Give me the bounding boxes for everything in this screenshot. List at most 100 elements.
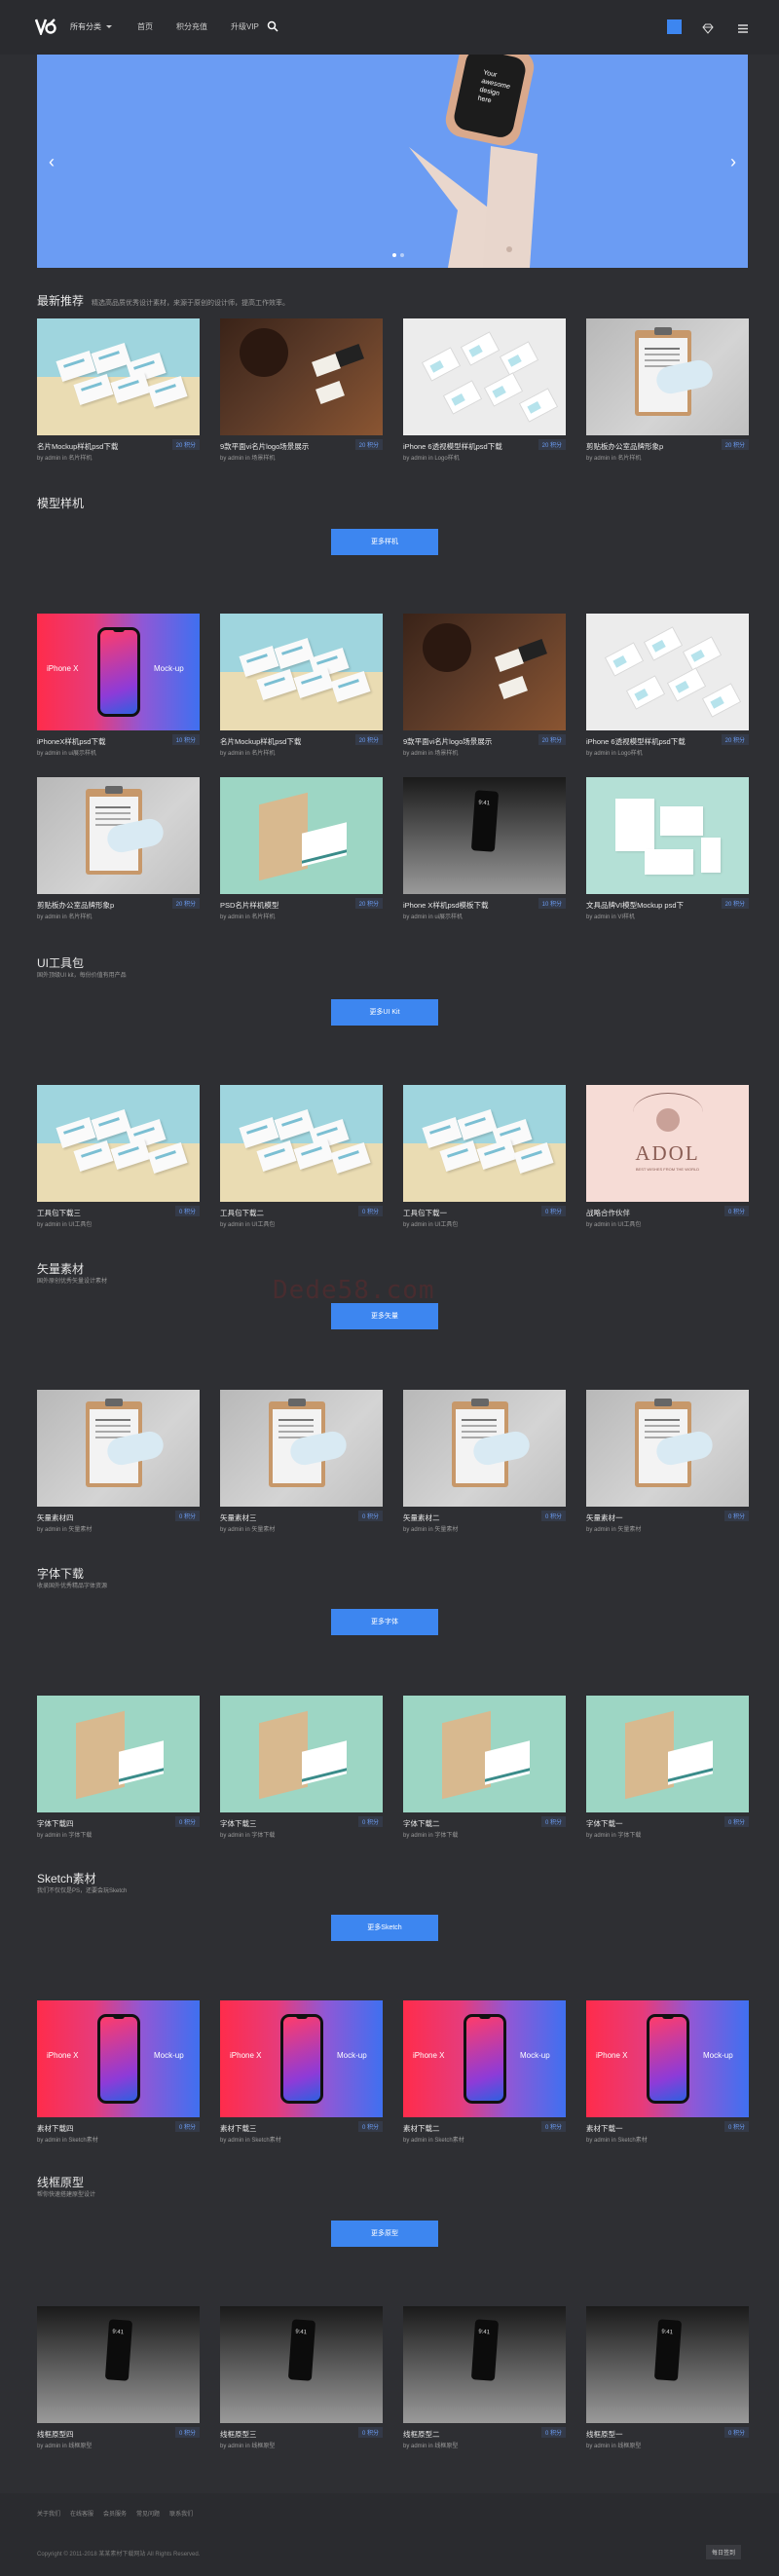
resource-card[interactable]: 名片Mockup样机psd下载 20 积分 by admin in 名片样机 bbox=[37, 318, 200, 462]
resource-card[interactable]: 矢量素材三 0 积分 by admin in 矢量素材 bbox=[220, 1390, 383, 1533]
resource-card[interactable]: iPhone X Mock-up 素材下载三 0 积分 by admin in Sket… bbox=[220, 2000, 383, 2144]
banner-dot[interactable] bbox=[392, 253, 396, 257]
card-title[interactable]: 矢量素材一 bbox=[586, 1512, 623, 1523]
diamond-icon[interactable] bbox=[702, 21, 714, 34]
card-thumbnail[interactable] bbox=[403, 318, 566, 435]
banner-prev-arrow[interactable]: ‹ bbox=[49, 152, 55, 172]
resource-card[interactable]: 工具包下载三 0 积分 by admin in UI工具包 bbox=[37, 1085, 200, 1228]
card-thumbnail[interactable] bbox=[220, 318, 383, 435]
more-button[interactable]: 更多字体 bbox=[331, 1609, 438, 1635]
resource-card[interactable]: 字体下载三 0 积分 by admin in 字体下载 bbox=[220, 1696, 383, 1839]
card-title[interactable]: iPhone 6透视模型样机psd下载 bbox=[586, 736, 686, 747]
card-thumbnail[interactable] bbox=[37, 318, 200, 435]
menu-icon[interactable] bbox=[737, 21, 749, 33]
resource-card[interactable]: 矢量素材一 0 积分 by admin in 矢量素材 bbox=[586, 1390, 749, 1533]
resource-card[interactable]: 线框原型二 0 积分 by admin in 线框原型 bbox=[403, 2306, 566, 2449]
resource-card[interactable]: 字体下载一 0 积分 by admin in 字体下载 bbox=[586, 1696, 749, 1839]
card-title[interactable]: 字体下载四 bbox=[37, 1818, 74, 1829]
resource-card[interactable]: 文具品牌VI模型Mockup psd下 20 积分 by admin in VI样机 bbox=[586, 777, 749, 920]
footer-link[interactable]: 联系我们 bbox=[169, 2512, 193, 2518]
card-title[interactable]: 剪贴板办公室品牌形象p bbox=[586, 441, 663, 452]
card-title[interactable]: 线框原型四 bbox=[37, 2429, 74, 2440]
card-thumbnail[interactable] bbox=[220, 2306, 383, 2423]
resource-card[interactable]: 工具包下载一 0 积分 by admin in UI工具包 bbox=[403, 1085, 566, 1228]
card-thumbnail[interactable] bbox=[37, 2306, 200, 2423]
resource-card[interactable]: 剪贴板办公室品牌形象p 20 积分 by admin in 名片样机 bbox=[586, 318, 749, 462]
card-title[interactable]: 战略合作伙伴 bbox=[586, 1208, 630, 1218]
banner-pagination[interactable] bbox=[390, 244, 406, 262]
card-title[interactable]: 素材下载四 bbox=[37, 2123, 74, 2134]
resource-card[interactable]: iPhone X Mock-up 素材下载一 0 积分 by admin in Sket… bbox=[586, 2000, 749, 2144]
resource-card[interactable]: 线框原型一 0 积分 by admin in 线框原型 bbox=[586, 2306, 749, 2449]
more-button[interactable]: 更多矢量 bbox=[331, 1303, 438, 1329]
card-thumbnail[interactable] bbox=[586, 1390, 749, 1507]
card-title[interactable]: 工具包下载二 bbox=[220, 1208, 264, 1218]
card-title[interactable]: 矢量素材二 bbox=[403, 1512, 440, 1523]
card-title[interactable]: iPhone X样机psd模板下载 bbox=[403, 900, 489, 911]
resource-card[interactable]: 剪贴板办公室品牌形象p 20 积分 by admin in 名片样机 bbox=[37, 777, 200, 920]
resource-card[interactable]: iPhone 6透视模型样机psd下载 20 积分 by admin in Logo… bbox=[403, 318, 566, 462]
card-thumbnail[interactable]: iPhone X Mock-up bbox=[37, 2000, 200, 2117]
footer-link[interactable]: 在线客服 bbox=[70, 2512, 93, 2518]
card-title[interactable]: 工具包下载三 bbox=[37, 1208, 81, 1218]
card-thumbnail[interactable]: iPhone X Mock-up bbox=[220, 2000, 383, 2117]
card-thumbnail[interactable] bbox=[586, 318, 749, 435]
card-title[interactable]: 文具品牌VI模型Mockup psd下 bbox=[586, 900, 684, 911]
card-thumbnail[interactable] bbox=[37, 777, 200, 894]
card-thumbnail[interactable] bbox=[586, 2306, 749, 2423]
banner-next-arrow[interactable]: › bbox=[730, 152, 736, 172]
resource-card[interactable]: iPhone X样机psd模板下载 10 积分 by admin in ui展示样机 bbox=[403, 777, 566, 920]
resource-card[interactable]: iPhone X Mock-up iPhoneX样机psd下载 10 积分 by adm… bbox=[37, 614, 200, 757]
sign-in-button[interactable]: 每日签到 bbox=[706, 2545, 742, 2559]
user-avatar-button[interactable] bbox=[667, 19, 682, 34]
card-thumbnail[interactable] bbox=[37, 1696, 200, 1812]
card-thumbnail[interactable] bbox=[586, 777, 749, 894]
card-title[interactable]: 剪贴板办公室品牌形象p bbox=[37, 900, 114, 911]
card-title[interactable]: 素材下载一 bbox=[586, 2123, 623, 2134]
banner-dot[interactable] bbox=[400, 253, 404, 257]
card-thumbnail[interactable] bbox=[403, 777, 566, 894]
card-title[interactable]: 素材下载二 bbox=[403, 2123, 440, 2134]
resource-card[interactable]: iPhone X Mock-up 素材下载二 0 积分 by admin in Sket… bbox=[403, 2000, 566, 2144]
card-thumbnail[interactable] bbox=[37, 1085, 200, 1202]
more-button[interactable]: 更多样机 bbox=[331, 529, 438, 555]
card-thumbnail[interactable] bbox=[586, 614, 749, 730]
nav-upgrade-vip[interactable]: 升级VIP bbox=[231, 22, 259, 31]
card-thumbnail[interactable]: iPhone X Mock-up bbox=[403, 2000, 566, 2117]
resource-card[interactable]: 矢量素材二 0 积分 by admin in 矢量素材 bbox=[403, 1390, 566, 1533]
nav-recharge[interactable]: 积分充值 bbox=[176, 22, 207, 31]
card-title[interactable]: 矢量素材四 bbox=[37, 1512, 74, 1523]
card-title[interactable]: 字体下载一 bbox=[586, 1818, 623, 1829]
resource-card[interactable]: 字体下载二 0 积分 by admin in 字体下载 bbox=[403, 1696, 566, 1839]
resource-card[interactable]: 9款平面vi名片logo场景展示 20 积分 by admin in 场景样机 bbox=[403, 614, 566, 757]
card-title[interactable]: 线框原型二 bbox=[403, 2429, 440, 2440]
card-thumbnail[interactable] bbox=[403, 1085, 566, 1202]
card-thumbnail[interactable] bbox=[220, 777, 383, 894]
card-title[interactable]: 线框原型三 bbox=[220, 2429, 257, 2440]
card-thumbnail[interactable]: iPhone X Mock-up bbox=[37, 614, 200, 730]
card-thumbnail[interactable] bbox=[586, 1696, 749, 1812]
card-thumbnail[interactable] bbox=[220, 1390, 383, 1507]
resource-card[interactable]: 9款平面vi名片logo场景展示 20 积分 by admin in 场景样机 bbox=[220, 318, 383, 462]
resource-card[interactable]: 矢量素材四 0 积分 by admin in 矢量素材 bbox=[37, 1390, 200, 1533]
card-thumbnail[interactable]: iPhone X Mock-up bbox=[586, 2000, 749, 2117]
card-thumbnail[interactable] bbox=[220, 614, 383, 730]
more-button[interactable]: 更多原型 bbox=[331, 2221, 438, 2247]
resource-card[interactable]: ADOL BEST WISHES FROM THE WORLD 战略合作伙伴 0 积分… bbox=[586, 1085, 749, 1228]
card-thumbnail[interactable] bbox=[403, 2306, 566, 2423]
card-title[interactable]: 名片Mockup样机psd下载 bbox=[37, 441, 118, 452]
card-thumbnail[interactable] bbox=[403, 1696, 566, 1812]
more-button[interactable]: 更多Sketch bbox=[331, 1915, 438, 1941]
card-title[interactable]: iPhoneX样机psd下载 bbox=[37, 736, 105, 747]
search-icon[interactable] bbox=[267, 19, 278, 32]
card-thumbnail[interactable] bbox=[403, 1390, 566, 1507]
site-logo[interactable] bbox=[34, 18, 56, 37]
hero-banner[interactable]: Your awesome design here ‹ › bbox=[37, 55, 748, 268]
resource-card[interactable]: 线框原型三 0 积分 by admin in 线框原型 bbox=[220, 2306, 383, 2449]
footer-link[interactable]: 会员服务 bbox=[103, 2512, 127, 2518]
card-thumbnail[interactable]: ADOL BEST WISHES FROM THE WORLD bbox=[586, 1085, 749, 1202]
resource-card[interactable]: 线框原型四 0 积分 by admin in 线框原型 bbox=[37, 2306, 200, 2449]
card-title[interactable]: PSD名片样机模型 bbox=[220, 900, 278, 911]
card-title[interactable]: 线框原型一 bbox=[586, 2429, 623, 2440]
card-title[interactable]: 字体下载三 bbox=[220, 1818, 257, 1829]
